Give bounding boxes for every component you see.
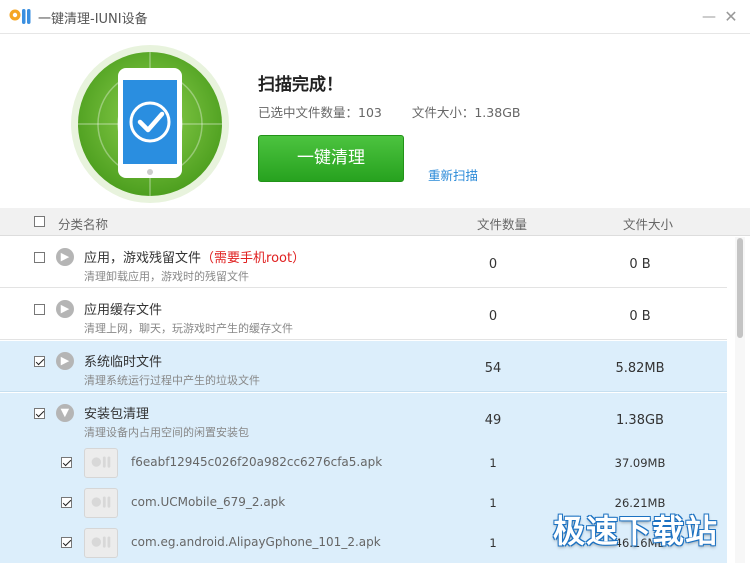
apk-checkbox[interactable] (61, 537, 72, 548)
column-file-size: 文件大小 (623, 217, 674, 232)
category-desc: 清理卸载应用，游戏时的残留文件 (84, 270, 249, 283)
apk-checkbox[interactable] (61, 497, 72, 508)
rescan-link[interactable]: 重新扫描 (428, 165, 478, 184)
column-category: 分类名称 (58, 217, 109, 232)
site-watermark: 极速下载站 (553, 512, 719, 550)
category-count: 0 (488, 309, 498, 324)
select-all-checkbox[interactable] (34, 216, 45, 227)
category-row-cache[interactable]: ▶ 应用缓存文件 清理上网，聊天，玩游戏时产生的缓存文件 0 0 B (0, 289, 727, 340)
category-size: 0 B (629, 257, 651, 272)
column-file-count: 文件数量 (477, 217, 528, 232)
apk-file-name: com.UCMobile_679_2.apk (131, 495, 286, 509)
category-size: 0 B (629, 309, 651, 324)
apk-file-icon (84, 488, 118, 518)
selected-file-count: 已选中文件数量：103 (258, 105, 382, 120)
root-warning: （需要手机root） (201, 251, 306, 266)
scan-stats: 已选中文件数量：103 文件大小：1.38GB (258, 102, 520, 121)
chevron-right-icon[interactable]: ▶ (56, 352, 74, 370)
category-row-residual[interactable]: ▶ 应用，游戏残留文件（需要手机root） 清理卸载应用，游戏时的残留文件 0 … (0, 237, 727, 288)
apk-file-icon (84, 448, 118, 478)
scan-summary: 扫描完成！ 已选中文件数量：103 文件大小：1.38GB 一键清理 重新扫描 (0, 34, 750, 208)
category-desc: 清理系统运行过程中产生的垃圾文件 (84, 374, 260, 387)
total-file-size: 文件大小：1.38GB (411, 105, 521, 120)
table-header: 分类名称 文件数量 文件大小 (0, 208, 750, 236)
phone-check-icon (71, 45, 229, 203)
apk-file-count: 1 (489, 496, 497, 510)
category-count: 54 (484, 361, 502, 376)
apk-file-name: com.eg.android.AlipayGphone_101_2.apk (131, 535, 381, 549)
category-count: 0 (488, 257, 498, 272)
category-count: 49 (484, 413, 502, 428)
chevron-right-icon[interactable]: ▶ (56, 300, 74, 318)
apk-file-size: 37.09MB (614, 456, 666, 470)
one-click-clean-button[interactable]: 一键清理 (258, 135, 404, 182)
apk-file-icon (84, 528, 118, 558)
category-name: 应用，游戏残留文件（需要手机root） (84, 251, 306, 266)
chevron-right-icon[interactable]: ▶ (56, 248, 74, 266)
category-desc: 清理设备内占用空间的闲置安装包 (84, 426, 249, 439)
close-button[interactable]: ✕ (722, 8, 740, 26)
list-scrollbar-thumb[interactable] (737, 238, 743, 338)
category-row-apk[interactable]: ▶ 安装包清理 清理设备内占用空间的闲置安装包 49 1.38GB (0, 393, 727, 444)
category-name: 系统临时文件 (84, 355, 163, 370)
category-size: 5.82MB (615, 361, 665, 376)
category-checkbox[interactable] (34, 356, 45, 367)
title-bar: 一键清理-IUNI设备 — ✕ (0, 0, 750, 34)
apk-file-count: 1 (489, 536, 497, 550)
category-row-temp[interactable]: ▶ 系统临时文件 清理系统运行过程中产生的垃圾文件 54 5.82MB (0, 341, 727, 392)
category-name: 应用缓存文件 (84, 303, 163, 318)
category-size: 1.38GB (616, 413, 664, 428)
chevron-down-icon[interactable]: ▶ (56, 404, 74, 422)
minimize-button[interactable]: — (700, 8, 718, 26)
category-desc: 清理上网，聊天，玩游戏时产生的缓存文件 (84, 322, 293, 335)
category-name: 安装包清理 (84, 407, 150, 422)
category-checkbox[interactable] (34, 408, 45, 419)
window-title: 一键清理-IUNI设备 (38, 12, 148, 27)
iuni-logo-icon (9, 9, 31, 24)
category-checkbox[interactable] (34, 252, 45, 263)
apk-checkbox[interactable] (61, 457, 72, 468)
category-checkbox[interactable] (34, 304, 45, 315)
apk-file-row[interactable]: f6eabf12945c026f20a982cc6276cfa5.apk 1 3… (0, 443, 727, 483)
apk-file-count: 1 (489, 456, 497, 470)
apk-file-name: f6eabf12945c026f20a982cc6276cfa5.apk (131, 455, 383, 469)
scan-complete-title: 扫描完成！ (258, 75, 343, 95)
